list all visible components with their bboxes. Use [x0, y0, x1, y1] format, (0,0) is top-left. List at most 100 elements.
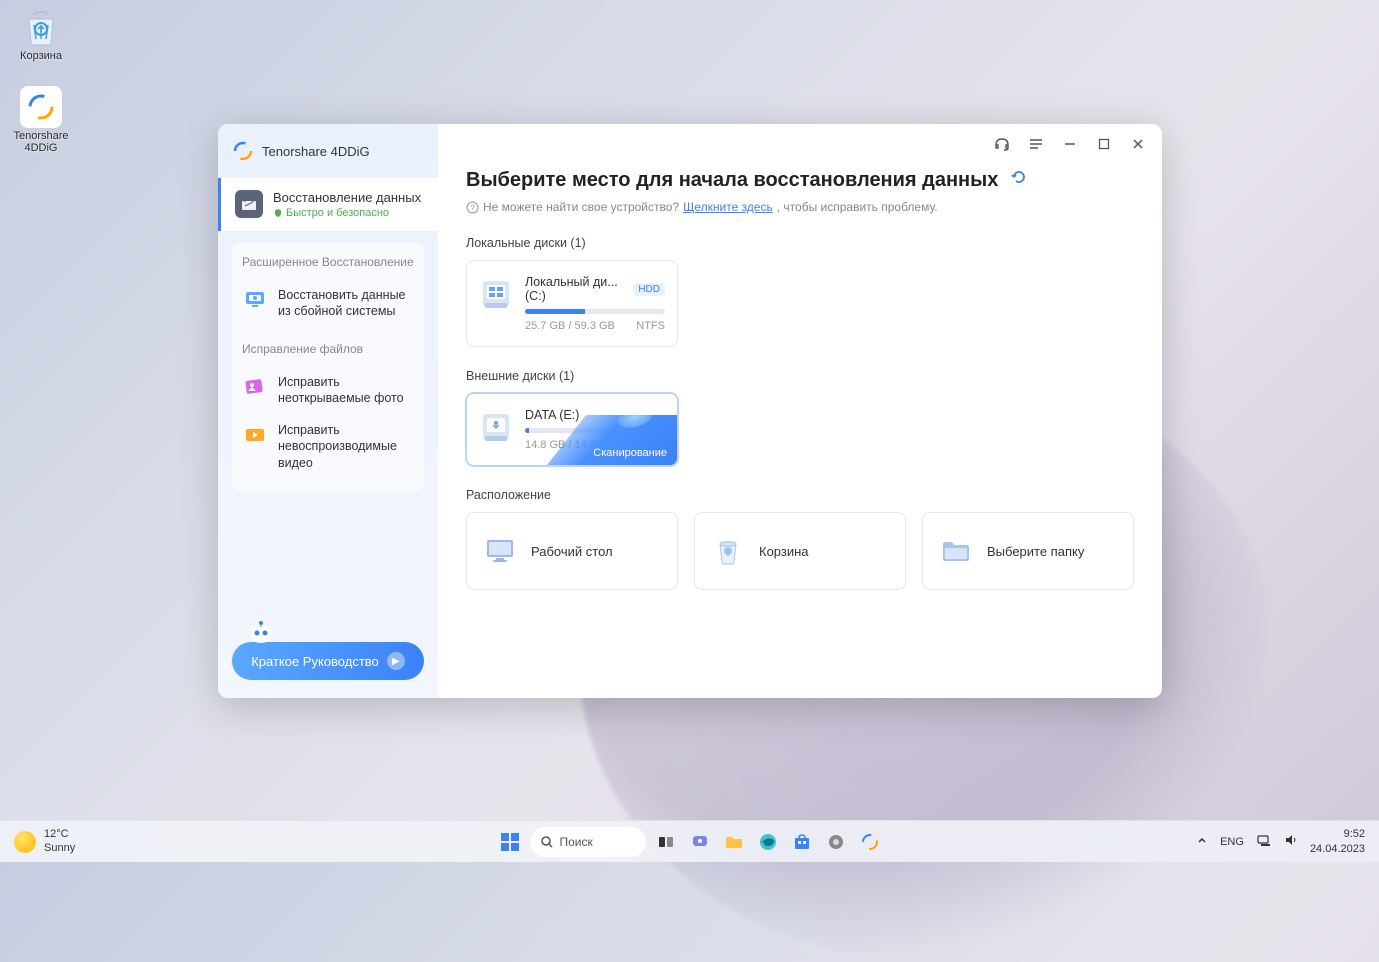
taskbar-app-4ddig[interactable] [856, 828, 884, 856]
video-fix-icon [242, 422, 268, 448]
location-recycle-bin[interactable]: Корзина [694, 512, 906, 590]
location-desktop[interactable]: Рабочий стол [466, 512, 678, 590]
section-header: Исправление файлов [242, 342, 414, 356]
taskbar: 12°C Sunny Поиск ENG 9:52 24.04.2023 [0, 820, 1379, 862]
tray-volume[interactable] [1284, 833, 1298, 850]
disk-type-badge: HDD [633, 283, 665, 296]
folder-icon [939, 536, 973, 566]
arrow-right-icon: ▶ [387, 652, 405, 670]
hdd-icon [479, 275, 513, 311]
nav-fix-video[interactable]: Исправить невоспроизводимые видео [242, 414, 414, 479]
item-label: Исправить неоткрываемые фото [278, 374, 414, 407]
tray-network[interactable] [1256, 833, 1272, 850]
section-title: Локальные диски (1) [466, 236, 1134, 250]
content-area: Выберите место для начала восстановления… [438, 164, 1162, 610]
location-label: Выберите папку [987, 544, 1084, 559]
taskbar-edge[interactable] [754, 828, 782, 856]
weather-desc: Sunny [44, 842, 75, 855]
nav-label: Восстановление данных [273, 190, 421, 205]
item-label: Восстановить данные из сбойной системы [278, 287, 414, 320]
locations-section: Расположение Рабочий стол Корзина [466, 488, 1134, 590]
disk-name: DATA (E:) [525, 408, 579, 422]
edge-icon [758, 832, 778, 852]
monitor-crash-icon [242, 287, 268, 313]
menu-button[interactable] [1024, 132, 1048, 156]
desktop-icon [483, 536, 517, 566]
photo-fix-icon [242, 374, 268, 400]
close-icon [1131, 137, 1145, 151]
maximize-button[interactable] [1092, 132, 1116, 156]
nav-fix-photo[interactable]: Исправить неоткрываемые фото [242, 366, 414, 415]
sun-icon [14, 831, 36, 853]
store-icon [792, 832, 812, 852]
windows-icon [499, 831, 521, 853]
taskbar-tray: ENG 9:52 24.04.2023 [1196, 827, 1365, 856]
info-icon: ? [466, 201, 479, 214]
disk-card-c[interactable]: Локальный ди... (C:) HDD 25.7 GB / 59.3 … [466, 260, 678, 347]
support-button[interactable] [990, 132, 1014, 156]
desktop-icon-label: Корзина [6, 50, 76, 62]
close-button[interactable] [1126, 132, 1150, 156]
sidebar: Tenorshare 4DDiG Восстановление данных Б… [218, 124, 438, 698]
chevron-up-icon [1196, 834, 1208, 846]
location-label: Рабочий стол [531, 544, 613, 559]
disk-card-e[interactable]: DATA (E:) 14.8 GB / 14.8 GB Сканирование [466, 393, 678, 466]
main-panel: Выберите место для начала восстановления… [438, 124, 1162, 698]
weather-temp: 12°C [44, 828, 75, 841]
maximize-icon [1097, 137, 1111, 151]
taskbar-store[interactable] [788, 828, 816, 856]
tray-chevron[interactable] [1196, 834, 1208, 849]
window-titlebar [438, 124, 1162, 164]
section-header: Расширенное Восстановление [242, 255, 414, 269]
desktop-app-shortcut[interactable]: Tenorshare 4DDiG [6, 86, 76, 154]
section-title: Расположение [466, 488, 1134, 502]
quick-guide-button[interactable]: Краткое Руководство ▶ [232, 642, 424, 680]
clock-time: 9:52 [1310, 827, 1365, 841]
folder-icon [724, 832, 744, 852]
external-disks-section: Внешние диски (1) DATA (E:) 14.8 GB / 14… [466, 369, 1134, 466]
minimize-button[interactable] [1058, 132, 1082, 156]
taskbar-weather[interactable]: 12°C Sunny [14, 828, 75, 854]
local-disks-section: Локальные диски (1) Локальный ди... (C:)… [466, 236, 1134, 347]
tray-language[interactable]: ENG [1220, 836, 1244, 848]
scan-lens-icon [615, 403, 655, 432]
nav-crash-recovery[interactable]: Восстановить данные из сбойной системы [242, 279, 414, 328]
nav-sublabel: Быстро и безопасно [273, 207, 421, 219]
disk-usage-bar [525, 309, 665, 314]
help-link[interactable]: Щелкните здесь [683, 200, 773, 214]
disk-filesystem: NTFS [636, 320, 665, 332]
toolbox-icon [235, 190, 263, 218]
location-label: Корзина [759, 544, 809, 559]
app-logo-icon [860, 832, 880, 852]
app-title-text: Tenorshare 4DDiG [262, 144, 370, 159]
location-choose-folder[interactable]: Выберите папку [922, 512, 1134, 590]
disk-name: Локальный ди... (C:) [525, 275, 627, 303]
speaker-icon [1284, 833, 1298, 847]
clock-date: 24.04.2023 [1310, 842, 1365, 856]
taskbar-search[interactable]: Поиск [530, 827, 646, 857]
desktop-recycle-bin[interactable]: Корзина [6, 6, 76, 62]
taskbar-explorer[interactable] [720, 828, 748, 856]
hamburger-icon [1028, 136, 1044, 152]
taskbar-task-view[interactable] [652, 828, 680, 856]
refresh-button[interactable] [1010, 168, 1028, 192]
nav-data-recovery[interactable]: Восстановление данных Быстро и безопасно [218, 178, 438, 231]
desktop-icon-label: Tenorshare 4DDiG [6, 130, 76, 154]
minimize-icon [1063, 137, 1077, 151]
tray-clock[interactable]: 9:52 24.04.2023 [1310, 827, 1365, 856]
taskbar-settings[interactable] [822, 828, 850, 856]
robot-icon [246, 618, 276, 644]
taskbar-center: Поиск [496, 827, 884, 857]
page-heading: Выберите место для начала восстановления… [466, 168, 1134, 192]
svg-text:?: ? [470, 203, 475, 212]
sidebar-advanced-section: Расширенное Восстановление Восстановить … [232, 243, 424, 491]
task-view-icon [656, 832, 676, 852]
chat-icon [690, 832, 710, 852]
taskbar-chat[interactable] [686, 828, 714, 856]
trash-icon [711, 536, 745, 566]
app-window: Tenorshare 4DDiG Восстановление данных Б… [218, 124, 1162, 698]
network-icon [1256, 833, 1272, 847]
search-label: Поиск [560, 835, 593, 849]
headset-icon [993, 135, 1011, 153]
start-button[interactable] [496, 828, 524, 856]
